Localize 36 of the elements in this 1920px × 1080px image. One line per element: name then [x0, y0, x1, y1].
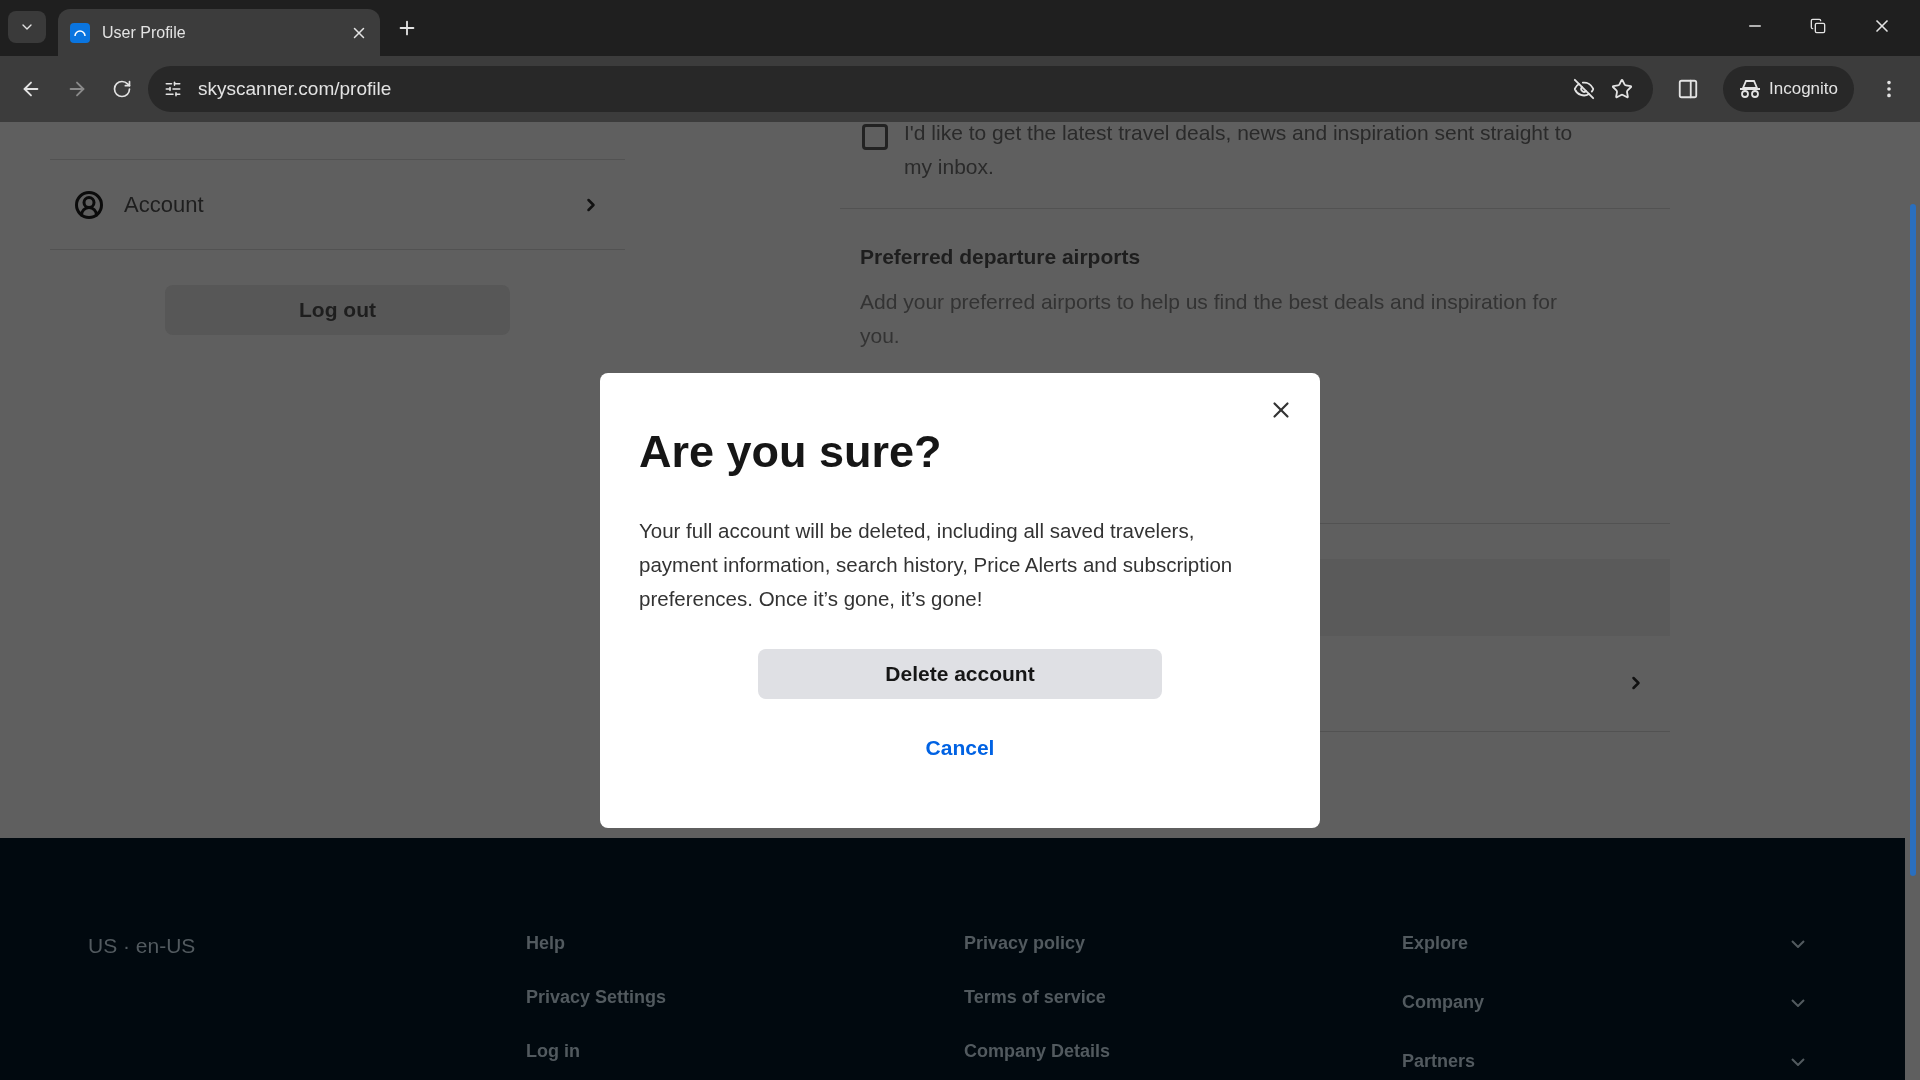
restore-icon[interactable]	[1810, 18, 1826, 34]
address-field[interactable]: skyscanner.com/profile	[148, 66, 1653, 112]
footer-link[interactable]: Privacy policy	[964, 930, 1402, 957]
log-out-button[interactable]: Log out	[165, 285, 510, 335]
newsletter-checkbox[interactable]	[862, 124, 888, 150]
section-title: Preferred departure airports	[860, 244, 1142, 270]
locale-text: US · en-US	[88, 933, 197, 959]
delete-account-button[interactable]: Delete account	[758, 649, 1162, 699]
reload-icon[interactable]	[112, 79, 132, 99]
side-panel-icon[interactable]	[1677, 78, 1699, 100]
site-settings-icon[interactable]	[164, 80, 182, 98]
user-icon	[74, 189, 104, 220]
footer-section-toggle[interactable]: Company	[1402, 989, 1805, 1016]
chevron-down-icon	[1791, 939, 1805, 948]
eye-slash-icon[interactable]	[1573, 78, 1595, 100]
footer-link[interactable]: Help	[526, 930, 964, 957]
tab-list-button[interactable]	[8, 11, 46, 43]
chevron-down-icon	[1791, 1057, 1805, 1066]
scrollbar-thumb[interactable]	[1910, 204, 1916, 876]
bookmark-star-icon[interactable]	[1611, 78, 1633, 100]
browser-tab[interactable]: User Profile	[58, 9, 380, 56]
url-text: skyscanner.com/profile	[198, 76, 393, 101]
footer-link[interactable]: Privacy Settings	[526, 984, 964, 1011]
footer-link[interactable]: Terms of service	[964, 984, 1402, 1011]
footer-section-toggle[interactable]: Explore	[1402, 930, 1805, 957]
incognito-button[interactable]: Incognito	[1723, 66, 1854, 112]
footer-link[interactable]: Log in	[526, 1038, 964, 1065]
cancel-link[interactable]: Cancel	[925, 732, 995, 764]
dialog-title: Are you sure?	[639, 429, 943, 474]
site-icon	[70, 22, 90, 43]
footer-link[interactable]: Company Details	[964, 1038, 1402, 1065]
chevron-down-icon	[1791, 998, 1805, 1007]
tab-title: User Profile	[102, 22, 187, 43]
footer-section-toggle[interactable]: Partners	[1402, 1048, 1805, 1075]
dialog-message: Your full account will be deleted, including all saved travelers, payment information, search history, Price Alerts and subscription preferences. Once it’s gone, it’s gone!	[639, 518, 1234, 612]
incognito-icon	[1739, 80, 1761, 98]
